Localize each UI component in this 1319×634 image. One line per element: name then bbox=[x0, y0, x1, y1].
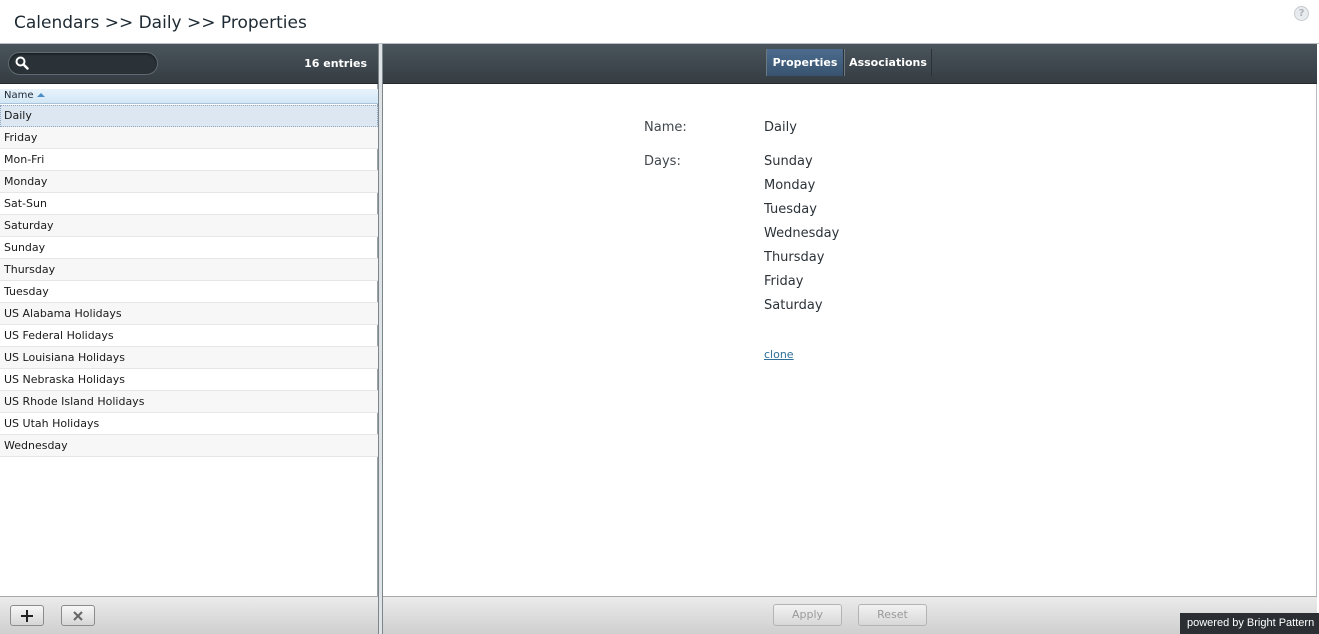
add-calendar-button[interactable] bbox=[10, 605, 44, 626]
details-panel: Properties Associations Name: Daily Days… bbox=[383, 44, 1317, 634]
calendar-list-panel: 16 entries Name Daily Friday Mon-Fri Monday… bbox=[0, 44, 378, 634]
list-toolbar: 16 entries bbox=[0, 44, 378, 84]
day-value: Monday bbox=[764, 178, 816, 193]
list-item[interactable]: Wednesday bbox=[0, 435, 378, 457]
list-item[interactable]: Tuesday bbox=[0, 281, 378, 303]
column-header-name[interactable]: Name bbox=[0, 89, 378, 104]
name-label: Name: bbox=[644, 120, 687, 135]
list-item[interactable]: US Louisiana Holidays bbox=[0, 347, 378, 369]
clone-link[interactable]: clone bbox=[764, 348, 794, 361]
day-value: Thursday bbox=[764, 250, 825, 265]
app-window: Calendars >> Daily >> Properties ? 16 en… bbox=[0, 0, 1319, 634]
search-box[interactable] bbox=[8, 52, 158, 75]
list-item[interactable]: US Utah Holidays bbox=[0, 413, 378, 435]
apply-button[interactable]: Apply bbox=[773, 604, 842, 626]
properties-form: Name: Daily Days: Sunday Monday Tuesday Wed… bbox=[383, 84, 1317, 596]
tabs-bar: Properties Associations bbox=[383, 44, 1317, 84]
page-header: Calendars >> Daily >> Properties ? bbox=[0, 0, 1319, 44]
day-value: Tuesday bbox=[764, 202, 817, 217]
day-value: Saturday bbox=[764, 298, 823, 313]
tab-properties[interactable]: Properties bbox=[766, 49, 844, 76]
breadcrumb: Calendars >> Daily >> Properties bbox=[14, 13, 307, 33]
calendar-list: Daily Friday Mon-Fri Monday Sat-Sun Saturday S… bbox=[0, 105, 378, 457]
tab-associations[interactable]: Associations bbox=[844, 49, 932, 76]
days-label: Days: bbox=[644, 154, 681, 169]
search-icon bbox=[15, 56, 29, 70]
day-value: Sunday bbox=[764, 154, 813, 169]
search-input[interactable] bbox=[35, 55, 153, 72]
form-bottom-toolbar: Apply Reset bbox=[383, 596, 1317, 634]
list-item[interactable]: US Federal Holidays bbox=[0, 325, 378, 347]
list-item[interactable]: Mon-Fri bbox=[0, 149, 378, 171]
day-value: Friday bbox=[764, 274, 804, 289]
list-item[interactable]: US Nebraska Holidays bbox=[0, 369, 378, 391]
list-item[interactable]: Friday bbox=[0, 127, 378, 149]
list-item[interactable]: Sunday bbox=[0, 237, 378, 259]
plus-icon bbox=[21, 610, 33, 622]
name-value: Daily bbox=[764, 120, 797, 135]
column-header-label: Name bbox=[4, 90, 34, 101]
list-item[interactable]: Saturday bbox=[0, 215, 378, 237]
list-item[interactable]: US Rhode Island Holidays bbox=[0, 391, 378, 413]
list-item[interactable]: Sat-Sun bbox=[0, 193, 378, 215]
list-item[interactable]: US Alabama Holidays bbox=[0, 303, 378, 325]
reset-button[interactable]: Reset bbox=[858, 604, 927, 626]
sort-ascending-icon bbox=[36, 93, 45, 97]
entries-count: 16 entries bbox=[304, 57, 367, 70]
list-item[interactable]: Monday bbox=[0, 171, 378, 193]
x-icon bbox=[73, 611, 83, 621]
list-bottom-toolbar bbox=[0, 596, 378, 634]
list-item[interactable]: Thursday bbox=[0, 259, 378, 281]
list-item[interactable]: Daily bbox=[0, 105, 378, 127]
help-icon[interactable]: ? bbox=[1294, 6, 1309, 21]
powered-by-label: powered by Bright Pattern bbox=[1180, 613, 1319, 634]
delete-calendar-button[interactable] bbox=[61, 605, 95, 626]
day-value: Wednesday bbox=[764, 226, 840, 241]
